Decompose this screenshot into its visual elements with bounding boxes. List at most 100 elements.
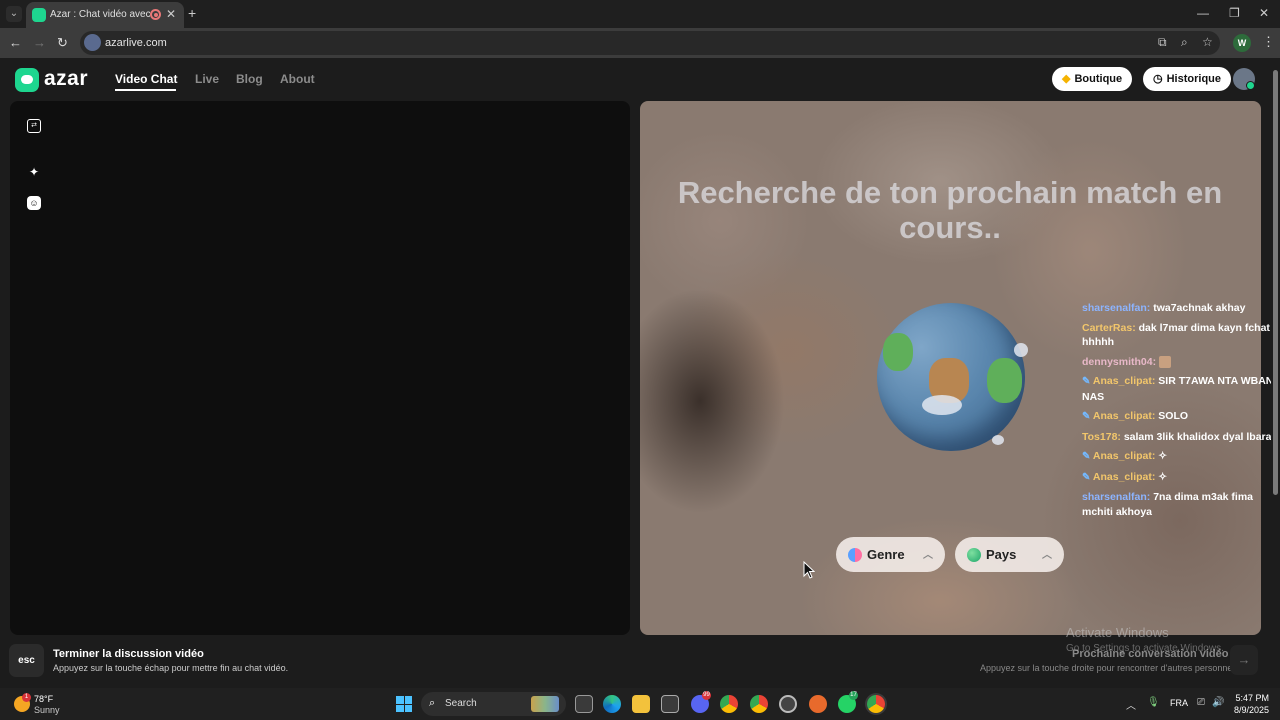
esc-key-button[interactable]: esc — [9, 644, 44, 677]
taskbar-search[interactable]: ⌕ Search — [421, 692, 566, 716]
effects-sparkle-icon[interactable]: ✦ — [27, 165, 41, 179]
pin-icon: ✎ — [1082, 451, 1091, 462]
chat-username[interactable]: Anas_clipat: — [1093, 410, 1155, 422]
nav-live[interactable]: Live — [195, 72, 219, 86]
chat-username[interactable]: Anas_clipat: — [1093, 450, 1155, 462]
activate-windows-hint: Go to Settings to activate Windows. — [1066, 643, 1224, 654]
tray-overflow-icon[interactable]: ︿ — [1126, 697, 1136, 712]
clock-time[interactable]: 5:47 PM — [1235, 693, 1269, 703]
face-filter-icon[interactable]: ☺ — [27, 196, 41, 210]
chat-username[interactable]: dennysmith04: — [1082, 356, 1156, 368]
discord-badge: 99 — [702, 691, 711, 700]
weather-temp[interactable]: 78°F — [34, 694, 53, 704]
globe-cloud — [992, 435, 1004, 445]
browser-profile-avatar[interactable]: W — [1233, 34, 1251, 52]
windows-taskbar: 1 78°F Sunny ⌕ Search 99 17 ︿ 🎙 FRA ⎚ 🔊 … — [0, 688, 1280, 720]
browser-tab-azar[interactable]: Azar : Chat vidéo avec de n ✕ — [26, 2, 184, 28]
azar-logo-icon[interactable] — [15, 68, 39, 92]
reload-icon[interactable]: ↻ — [57, 35, 68, 51]
chat-username[interactable]: Tos178: — [1082, 431, 1121, 443]
back-icon[interactable]: ← — [9, 35, 22, 50]
restore-icon[interactable]: ❐ — [1229, 6, 1240, 20]
volume-icon[interactable]: 🔊 — [1212, 697, 1224, 708]
chat-username[interactable]: sharsenalfan: — [1082, 491, 1150, 503]
app-icon[interactable] — [779, 695, 797, 713]
chrome-profile-icon[interactable] — [750, 695, 768, 713]
nav-blog[interactable]: Blog — [236, 72, 263, 86]
chat-message: dennysmith04: — [1082, 355, 1280, 370]
tab-search-icon[interactable]: ⌄ — [6, 6, 22, 22]
recording-icon — [150, 9, 161, 20]
chrome-active-icon[interactable] — [867, 695, 885, 713]
task-view-icon[interactable] — [575, 695, 593, 713]
edge-icon[interactable] — [603, 695, 621, 713]
chat-message: sharsenalfan: twa7achnak akhay — [1082, 301, 1280, 316]
whatsapp-badge: 17 — [849, 691, 858, 700]
pin-icon: ✎ — [1082, 376, 1091, 387]
scrollbar-thumb[interactable] — [1273, 70, 1278, 495]
page-scrollbar[interactable] — [1271, 58, 1280, 688]
chat-message: ✎ Anas_clipat: ✧ — [1082, 449, 1280, 465]
historique-button[interactable]: ◷ Historique — [1143, 67, 1232, 91]
minimize-icon[interactable]: — — [1197, 6, 1209, 20]
site-info-icon[interactable] — [84, 34, 101, 51]
file-explorer-icon[interactable] — [632, 695, 650, 713]
browser-menu-icon[interactable]: ⋮ — [1262, 34, 1275, 50]
chat-username[interactable]: CarterRas: — [1082, 322, 1136, 334]
browser-tabstrip: ⌄ Azar : Chat vidéo avec de n ✕ + — ❐ ✕ — [0, 0, 1280, 28]
tab-title: Azar : Chat vidéo avec de n — [50, 9, 150, 20]
network-icon[interactable]: ⎚ — [1197, 697, 1205, 708]
chat-username[interactable]: Anas_clipat: — [1093, 471, 1155, 483]
nav-video-chat[interactable]: Video Chat — [115, 72, 177, 86]
azar-favicon-icon — [32, 8, 46, 22]
microphone-app-icon[interactable] — [809, 695, 827, 713]
chat-text: ✧ — [1158, 470, 1168, 483]
url-text[interactable]: azarlive.com — [105, 37, 167, 49]
store-icon[interactable] — [661, 695, 679, 713]
next-arrow-button[interactable]: → — [1230, 645, 1258, 675]
chevron-up-icon: ︿ — [923, 550, 933, 561]
chat-username[interactable]: sharsenalfan: — [1082, 302, 1150, 314]
chrome-icon[interactable] — [720, 695, 738, 713]
nav-active-underline — [115, 89, 176, 91]
chat-text: SOLO — [1158, 410, 1189, 422]
pin-icon: ✎ — [1082, 471, 1091, 483]
search-icon: ⌕ — [429, 697, 436, 709]
new-tab-icon[interactable]: + — [188, 5, 196, 21]
taskbar-search-label: Search — [445, 698, 477, 709]
install-app-icon[interactable]: ⧉ — [1158, 35, 1167, 50]
boutique-button[interactable]: ◆ Boutique — [1052, 67, 1133, 91]
nav-about[interactable]: About — [280, 72, 315, 86]
globe-small-icon — [967, 548, 981, 562]
zoom-icon[interactable]: ⌕ — [1181, 35, 1188, 50]
chat-text: twa7achnak akhay — [1153, 302, 1246, 314]
globe-cloud — [1014, 343, 1028, 357]
address-bar[interactable]: azarlive.com ⧉ ⌕ ☆ — [80, 31, 1220, 55]
globe-icon — [877, 303, 1028, 451]
chat-username[interactable]: Anas_clipat: — [1093, 375, 1155, 387]
country-filter-label: Pays — [986, 547, 1017, 562]
azar-logo-text[interactable]: azar — [44, 67, 88, 91]
language-indicator[interactable]: FRA — [1170, 698, 1188, 708]
bookmark-star-icon[interactable]: ☆ — [1202, 35, 1213, 49]
flip-camera-icon[interactable]: ⇄ — [27, 119, 41, 133]
browser-toolbar: ← → ↻ azarlive.com ⧉ ⌕ ☆ W ⋮ — [0, 28, 1280, 58]
country-filter-button[interactable]: Pays ︿ — [955, 537, 1064, 572]
chat-message: sharsenalfan: 7na dima m3ak fima mchiti … — [1082, 490, 1280, 519]
forward-icon[interactable]: → — [33, 35, 46, 50]
gender-filter-button[interactable]: Genre ︿ — [836, 537, 945, 572]
start-button-icon[interactable] — [396, 696, 412, 712]
weather-condition[interactable]: Sunny — [34, 705, 60, 715]
sticker-icon — [1159, 355, 1172, 368]
tab-close-icon[interactable]: ✕ — [166, 7, 176, 21]
chat-message: CarterRas: dak l7mar dima kayn fchat hhh… — [1082, 321, 1280, 350]
searching-title: Recherche de ton prochain match en cours… — [677, 175, 1223, 245]
self-video-panel: ⇄ ✦ ☺ — [10, 101, 630, 635]
historique-label: Historique — [1166, 73, 1222, 85]
mic-tray-icon[interactable]: 🎙 — [1147, 697, 1160, 708]
clock-date[interactable]: 8/9/2025 — [1226, 705, 1269, 715]
window-close-icon[interactable]: ✕ — [1259, 6, 1269, 20]
gender-icon — [848, 548, 862, 562]
live-chat-feed: sharsenalfan: twa7achnak akhay CarterRas… — [1082, 301, 1280, 524]
chat-message: ✎ Anas_clipat: ✧ — [1082, 470, 1280, 486]
